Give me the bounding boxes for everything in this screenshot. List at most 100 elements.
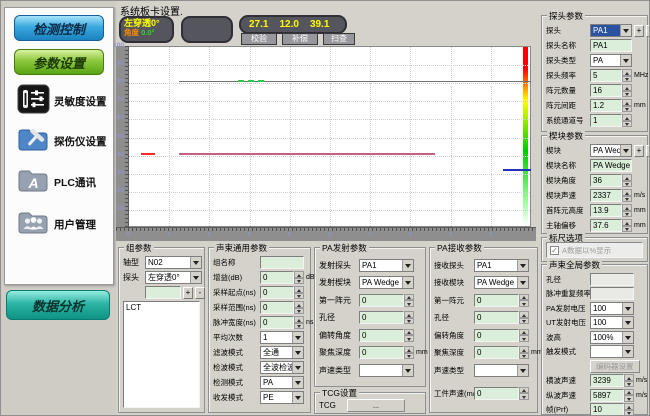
spin-field[interactable]: 0	[260, 271, 294, 284]
spin-field[interactable]: 0	[474, 329, 519, 342]
spin-control[interactable]: 37.6	[590, 219, 632, 232]
spin-control[interactable]: 0	[359, 311, 414, 324]
remove-button[interactable]: -	[195, 287, 205, 299]
dropdown[interactable]: 100	[590, 302, 634, 315]
compensate-button[interactable]: 补偿	[282, 33, 318, 45]
sidebar-item-plc-communication[interactable]: A PLC通讯	[17, 165, 96, 200]
spin-down-button[interactable]	[622, 181, 632, 188]
spin-down-button[interactable]	[622, 211, 632, 218]
spin-down-button[interactable]	[624, 395, 634, 402]
dropdown[interactable]: PA	[590, 54, 632, 67]
spin-down-button[interactable]	[519, 353, 529, 360]
spin-down-button[interactable]	[624, 410, 634, 416]
sidebar-item-user-management[interactable]: 用户管理	[17, 207, 96, 242]
spin-field[interactable]: 5897	[590, 389, 624, 402]
spin-field[interactable]: 0	[260, 301, 294, 314]
dropdown[interactable]: PA	[260, 376, 304, 389]
spin-down-button[interactable]	[624, 381, 634, 388]
spin-field[interactable]: 0	[359, 311, 404, 324]
spin-down-button[interactable]	[622, 196, 632, 203]
percent-display-checkbox[interactable]: ✓	[550, 246, 559, 255]
spin-control[interactable]: 0	[474, 346, 529, 359]
spin-control[interactable]: 2337	[590, 189, 632, 202]
text-field[interactable]	[260, 256, 304, 269]
spin-control[interactable]: 1	[590, 114, 632, 127]
spin-field[interactable]: 13.9	[590, 204, 622, 217]
dropdown[interactable]: 全通	[260, 346, 304, 359]
spin-down-button[interactable]	[519, 318, 529, 325]
dropdown[interactable]: 左穿透0°	[145, 271, 202, 284]
dropdown[interactable]: 100	[590, 316, 634, 329]
spin-control[interactable]: 3239	[590, 374, 634, 387]
add-button[interactable]: +	[634, 25, 644, 37]
dropdown[interactable]: N02	[145, 256, 202, 269]
tcg-ellipsis-button[interactable]: ...	[347, 399, 405, 412]
spin-control[interactable]: 0	[260, 301, 304, 314]
spin-down-button[interactable]	[519, 300, 529, 307]
plot-area[interactable]	[129, 46, 531, 227]
dropdown[interactable]: PA1	[474, 259, 529, 272]
scan-button[interactable]: 扫查	[323, 33, 355, 45]
spin-control[interactable]: 0	[260, 271, 304, 284]
dropdown[interactable]: PA Wedge	[359, 276, 414, 289]
spin-control[interactable]: 0	[474, 311, 529, 324]
spin-down-button[interactable]	[294, 323, 304, 330]
spin-down-button[interactable]	[404, 335, 414, 342]
spin-control[interactable]: 0	[474, 294, 529, 307]
spin-down-button[interactable]	[622, 91, 632, 98]
spin-field[interactable]: 36	[590, 174, 622, 187]
spin-control[interactable]: 1.2	[590, 99, 632, 112]
dropdown[interactable]: PA1	[359, 259, 414, 272]
gate-line-gate-gray[interactable]	[179, 81, 531, 82]
spin-control[interactable]: 5897	[590, 389, 634, 402]
spin-field[interactable]: 10	[590, 403, 624, 416]
spin-control[interactable]: 13.9	[590, 204, 632, 217]
gate-line-gate-pink[interactable]	[179, 153, 434, 155]
dropdown[interactable]: PA Wedge	[590, 144, 632, 157]
spin-control[interactable]: 0	[474, 329, 529, 342]
remove-button[interactable]: -	[646, 25, 650, 37]
text-field[interactable]: PA1	[590, 39, 632, 52]
spin-down-button[interactable]	[622, 106, 632, 113]
spin-control[interactable]: 0	[359, 346, 414, 359]
dropdown[interactable]: 1	[260, 331, 304, 344]
add-button[interactable]: +	[634, 145, 644, 157]
spin-down-button[interactable]	[294, 308, 304, 315]
spin-down-button[interactable]	[622, 76, 632, 83]
dropdown[interactable]	[590, 345, 634, 358]
text-field[interactable]: PA Wedge	[590, 159, 632, 172]
sidebar-item-sensitivity-settings[interactable]: 灵敏度设置	[17, 84, 107, 119]
dropdown[interactable]: PA1	[590, 24, 632, 37]
spin-down-button[interactable]	[622, 121, 632, 128]
spin-control[interactable]: 0	[359, 294, 414, 307]
spin-control[interactable]: 0	[359, 329, 414, 342]
spin-control[interactable]: 0	[474, 387, 529, 400]
sidebar-item-flaw-detector-settings[interactable]: 探伤仪设置	[17, 124, 107, 159]
gate-line-gate-green-dash[interactable]	[238, 80, 264, 82]
spin-field[interactable]: 16	[590, 84, 622, 97]
spin-down-button[interactable]	[622, 226, 632, 233]
gate-line-gate-blue[interactable]	[503, 169, 531, 171]
spin-down-button[interactable]	[519, 393, 529, 400]
spin-down-button[interactable]	[294, 293, 304, 300]
spin-down-button[interactable]	[404, 318, 414, 325]
sidebar-button-detection-control[interactable]: 检测控制	[14, 15, 104, 41]
spin-field[interactable]: 0	[474, 346, 519, 359]
spin-field[interactable]: 0	[359, 329, 404, 342]
add-button[interactable]: +	[183, 287, 193, 299]
gate-line-gate-red-short[interactable]	[141, 153, 155, 155]
spin-field[interactable]: 2337	[590, 189, 622, 202]
calibrate-button[interactable]: 校验	[241, 33, 277, 45]
spin-control[interactable]: 10	[590, 403, 634, 416]
sidebar-button-data-analysis[interactable]: 数据分析	[6, 290, 110, 320]
group-listbox[interactable]: LCT	[123, 301, 200, 408]
list-item[interactable]: LCT	[126, 303, 197, 313]
spin-field[interactable]: 0	[359, 294, 404, 307]
spin-field[interactable]: 0	[474, 311, 519, 324]
spin-field[interactable]: 5	[590, 69, 622, 82]
sidebar-button-parameter-settings[interactable]: 参数设置	[14, 49, 104, 75]
dropdown[interactable]: 全波检波	[260, 361, 304, 374]
spin-field[interactable]: 0	[260, 316, 294, 329]
spin-field[interactable]: 1.2	[590, 99, 622, 112]
spin-field[interactable]: 0	[474, 294, 519, 307]
